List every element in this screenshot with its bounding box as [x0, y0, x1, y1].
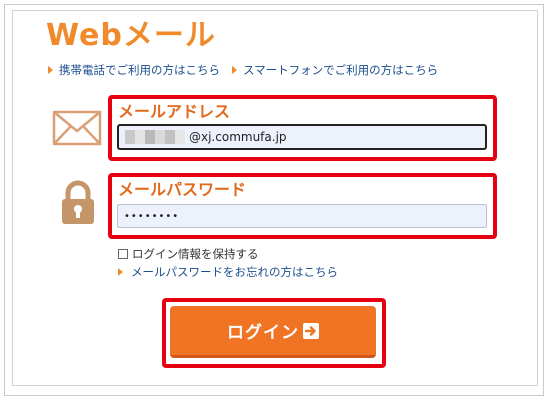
- remember-row[interactable]: ログイン情報を保持する: [118, 246, 259, 262]
- password-value: ••••••••: [124, 210, 180, 222]
- envelope-icon: [52, 110, 102, 146]
- mobile-link-label: 携帯電話でご利用の方はこちら: [59, 63, 220, 77]
- redacted-mosaic: [125, 130, 185, 144]
- remember-checkbox[interactable]: [118, 249, 128, 259]
- email-value: @xj.commufa.jp: [189, 130, 287, 144]
- password-field[interactable]: ••••••••: [117, 204, 487, 228]
- page-title: Webメール: [46, 18, 216, 53]
- forgot-password-label: メールパスワードをお忘れの方はこちら: [131, 265, 338, 279]
- password-label: メールパスワード: [118, 180, 247, 199]
- remember-label: ログイン情報を保持する: [132, 247, 259, 261]
- mobile-link[interactable]: 携帯電話でご利用の方はこちら: [48, 62, 220, 78]
- login-button-label: ログイン: [227, 323, 299, 343]
- smartphone-link-label: スマートフォンでご利用の方はこちら: [243, 63, 439, 77]
- triangle-right-icon: [232, 66, 237, 74]
- forgot-password-link[interactable]: メールパスワードをお忘れの方はこちら: [118, 264, 338, 280]
- email-label: メールアドレス: [118, 102, 231, 121]
- arrow-right-icon: [303, 322, 319, 339]
- triangle-right-icon: [118, 268, 123, 276]
- email-field[interactable]: @xj.commufa.jp: [117, 124, 487, 150]
- padlock-icon: [62, 180, 94, 224]
- smartphone-link[interactable]: スマートフォンでご利用の方はこちら: [232, 62, 438, 78]
- login-button[interactable]: ログイン: [170, 306, 376, 358]
- triangle-right-icon: [48, 66, 53, 74]
- nav-links: 携帯電話でご利用の方はこちら スマートフォンでご利用の方はこちら: [48, 62, 450, 78]
